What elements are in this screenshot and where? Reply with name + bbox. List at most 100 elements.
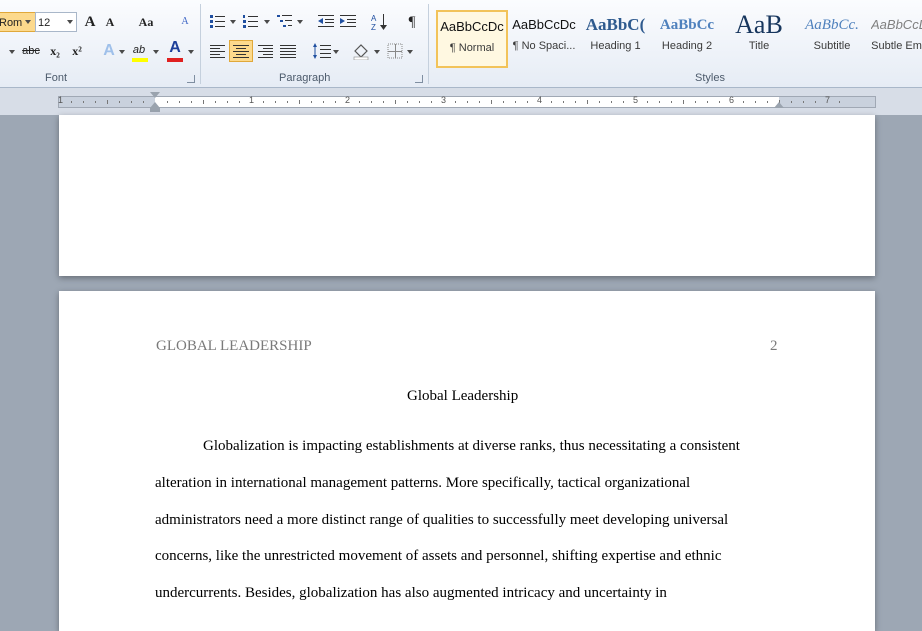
line-spacing-icon[interactable] [313, 43, 331, 59]
ruler-number: 7 [825, 95, 831, 105]
shading-icon[interactable] [352, 42, 370, 60]
running-head: GLOBAL LEADERSHIP [156, 338, 312, 354]
borders-icon[interactable] [387, 43, 403, 59]
ruler-tick [359, 101, 360, 103]
right-indent-marker[interactable] [774, 102, 784, 108]
first-line-indent-marker[interactable] [150, 92, 160, 98]
ruler-tick [119, 101, 120, 103]
ruler-tick [395, 100, 396, 104]
ruler-tick [659, 101, 660, 103]
ruler-tick [515, 101, 516, 103]
decrease-indent-icon[interactable] [318, 14, 334, 28]
font-size-chevron-down-icon[interactable] [67, 20, 73, 24]
grow-font-icon: A [84, 14, 96, 30]
style-heading-2[interactable]: AaBbCc Heading 2 [653, 10, 721, 68]
ruler-tick [191, 101, 192, 103]
highlight-button[interactable]: ab [130, 40, 148, 60]
ruler-tick [839, 101, 840, 103]
multilevel-chevron-down-icon[interactable] [297, 20, 303, 24]
font-color-chevron-down-icon[interactable] [188, 50, 194, 54]
style-no-spacing[interactable]: AaBbCcDc ¶ No Spaci... [510, 10, 578, 68]
underline-chevron-down-icon[interactable] [9, 50, 15, 54]
change-case-button[interactable]: Aa [134, 12, 158, 32]
shading-chevron-down-icon[interactable] [374, 50, 380, 54]
ruler-tick [707, 101, 708, 103]
numbering-chevron-down-icon[interactable] [264, 20, 270, 24]
style-name: Subtitle [813, 40, 851, 52]
style-title[interactable]: AaB Title [725, 10, 793, 68]
group-divider [428, 4, 429, 84]
style-subtitle[interactable]: AaBbCc. Subtitle [797, 10, 867, 68]
highlight-color-bar [132, 58, 148, 62]
paragraph-dialog-launcher-icon[interactable] [415, 75, 423, 83]
ruler-tick [743, 101, 744, 103]
horizontal-ruler[interactable]: 1 1 2 3 4 5 6 7 [58, 92, 876, 112]
align-left-icon[interactable] [210, 44, 226, 58]
ruler-tick [611, 101, 612, 103]
style-heading-1[interactable]: AaBbC( Heading 1 [583, 10, 648, 68]
ruler-tick [383, 101, 384, 103]
show-formatting-marks-button[interactable]: ¶ [403, 12, 421, 32]
ruler-tick [299, 100, 300, 104]
clear-formatting-button[interactable]: A [176, 12, 194, 32]
pilcrow-icon: ¶ [408, 14, 416, 30]
ribbon: Rom 12 A A Aa A abc x₂ x² A ab A Font A … [0, 0, 922, 88]
text-effects-chevron-down-icon[interactable] [119, 50, 125, 54]
multilevel-list-icon[interactable] [277, 14, 293, 28]
styles-group-label: Styles [695, 72, 725, 84]
ruler-tick [227, 101, 228, 103]
page-2[interactable]: GLOBAL LEADERSHIP 2 Global Leadership Gl… [59, 291, 875, 631]
style-subtle-emphasis[interactable]: AaBbCcL Subtle Em [871, 10, 922, 68]
style-sample: AaBbCcDc [512, 17, 576, 32]
style-normal[interactable]: AaBbCcDc ¶ Normal [436, 10, 508, 68]
ruler-tick [527, 101, 528, 103]
ruler-tick [95, 101, 96, 103]
ruler-tick [275, 101, 276, 103]
superscript-button[interactable]: x² [68, 41, 86, 61]
ruler-tick [323, 101, 324, 103]
font-size-value: 12 [38, 17, 51, 29]
ruler-tick [167, 101, 168, 103]
text-effects-button[interactable]: A [100, 41, 118, 61]
style-name: Heading 1 [590, 40, 641, 52]
numbering-icon[interactable] [243, 14, 259, 28]
line-spacing-chevron-down-icon[interactable] [333, 50, 339, 54]
bullets-chevron-down-icon[interactable] [230, 20, 236, 24]
font-name-chevron-down-icon[interactable] [25, 20, 31, 24]
align-center-button[interactable] [229, 40, 253, 62]
ruler-tick [263, 101, 264, 103]
borders-chevron-down-icon[interactable] [407, 50, 413, 54]
increase-indent-icon[interactable] [340, 14, 356, 28]
style-sample: AaBbCcL [871, 17, 922, 32]
style-sample: AaBbCcDc [440, 19, 504, 34]
ruler-tick [335, 101, 336, 103]
grow-font-button[interactable]: A [81, 12, 99, 32]
svg-text:Z: Z [371, 23, 376, 32]
ruler-tick [563, 101, 564, 103]
ruler-number: 3 [441, 95, 447, 105]
clear-formatting-icon: A [181, 16, 189, 27]
page-1-bottom[interactable] [59, 115, 875, 276]
justify-icon[interactable] [280, 44, 296, 58]
font-group-label: Font [45, 72, 68, 84]
font-dialog-launcher-icon[interactable] [187, 75, 195, 83]
styles-gallery: AaBbCcDc ¶ Normal AaBbCcDc ¶ No Spaci...… [433, 5, 922, 69]
ruler-tick [791, 101, 792, 103]
ruler-tick [179, 101, 180, 103]
body-line: administrators need a more distinct rang… [155, 512, 729, 528]
ruler-tick [647, 101, 648, 103]
strikethrough-button[interactable]: abc [20, 41, 42, 61]
ruler-tick [803, 101, 804, 103]
subscript-button[interactable]: x₂ [46, 41, 64, 61]
body-line: Globalization is impacting establishment… [203, 438, 740, 454]
shrink-font-button[interactable]: A [102, 12, 118, 32]
left-indent-marker[interactable] [150, 108, 160, 112]
align-right-icon[interactable] [257, 44, 273, 58]
ruler-number: 1 [58, 95, 64, 105]
highlight-chevron-down-icon[interactable] [153, 50, 159, 54]
sort-button[interactable]: A Z [370, 12, 390, 32]
bullets-icon[interactable] [210, 14, 226, 28]
ruler-tick [551, 101, 552, 103]
font-color-button[interactable]: A [166, 38, 184, 58]
style-name: Title [748, 40, 770, 52]
